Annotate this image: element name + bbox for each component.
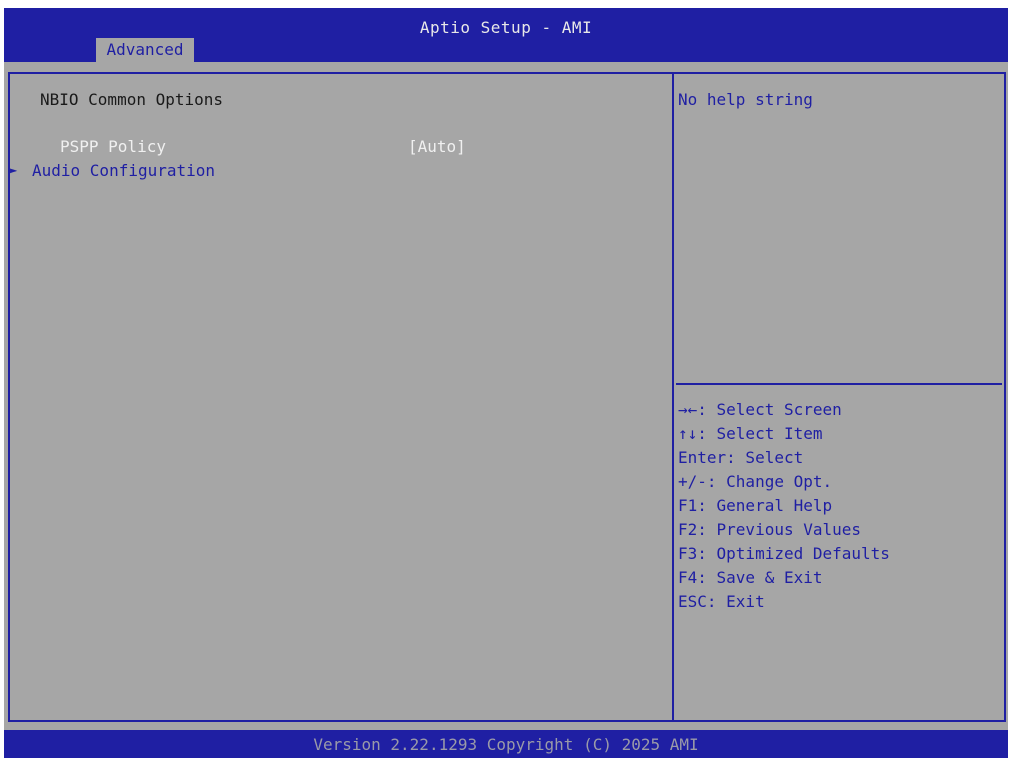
key-legend: →←: Select Screen ↑↓: Select Item Enter:… xyxy=(678,398,890,614)
footer-bar: Version 2.22.1293 Copyright (C) 2025 AMI xyxy=(4,730,1008,758)
key-hint-change-opt: +/-: Change Opt. xyxy=(678,472,833,491)
section-title: NBIO Common Options xyxy=(40,90,224,109)
help-panel xyxy=(674,72,1006,722)
key-hint-exit: ESC: Exit xyxy=(678,592,765,611)
key-hint-save-exit: F4: Save & Exit xyxy=(678,568,823,587)
pspp-policy-value[interactable]: [Auto] xyxy=(408,137,466,156)
key-hint-previous-values: F2: Previous Values xyxy=(678,520,862,539)
window-title: Aptio Setup - AMI xyxy=(419,18,593,37)
tab-advanced[interactable]: Advanced xyxy=(96,38,194,62)
key-hint-select-screen: →←: Select Screen xyxy=(678,400,842,419)
key-hint-enter: Enter: Select xyxy=(678,448,804,467)
header-bar: Aptio Setup - AMI Advanced xyxy=(4,8,1008,62)
key-hint-general-help: F1: General Help xyxy=(678,496,833,515)
help-divider xyxy=(676,383,1002,385)
bios-setup-screen: Aptio Setup - AMI Advanced NBIO Common O… xyxy=(4,8,1008,758)
submenu-arrow-icon: ► xyxy=(10,163,18,177)
key-hint-select-item: ↑↓: Select Item xyxy=(678,424,823,443)
help-text: No help string xyxy=(678,90,813,109)
version-copyright: Version 2.22.1293 Copyright (C) 2025 AMI xyxy=(313,735,699,754)
pspp-policy-label[interactable]: PSPP Policy xyxy=(60,137,166,156)
audio-configuration-submenu[interactable]: Audio Configuration xyxy=(32,161,215,180)
key-hint-optimized-defaults: F3: Optimized Defaults xyxy=(678,544,890,563)
